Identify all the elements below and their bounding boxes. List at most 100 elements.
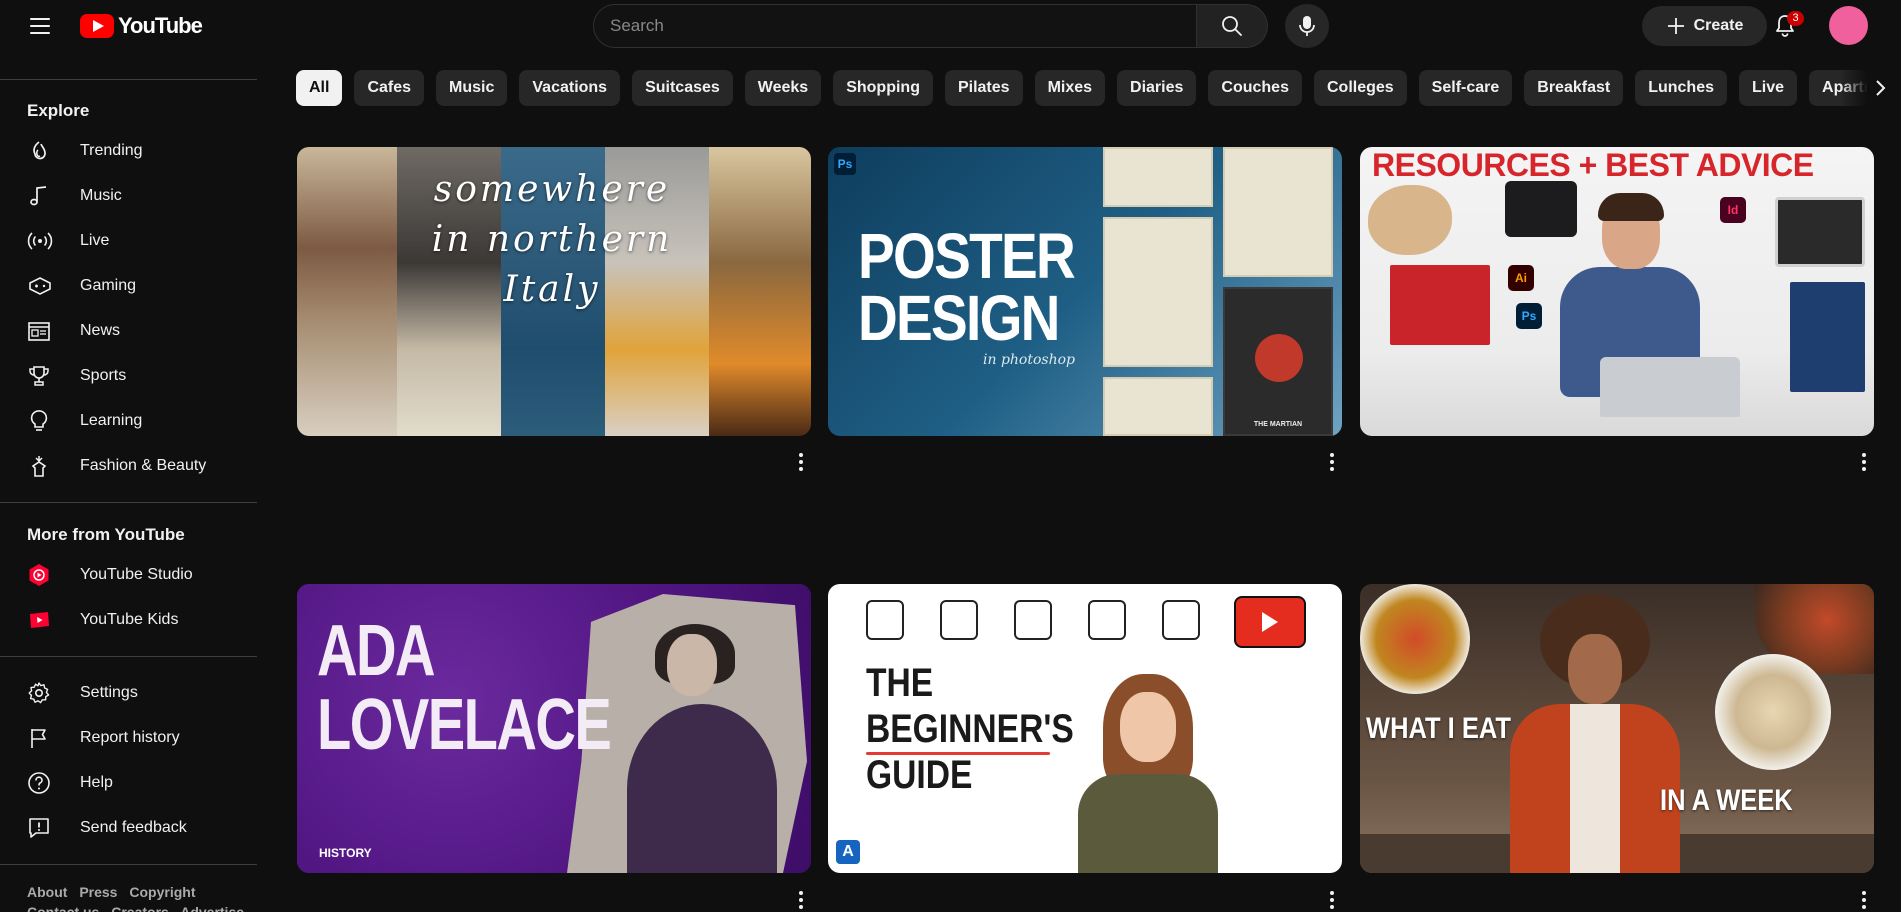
more-dot [1330,453,1334,457]
youtube-logo[interactable]: YouTube [80,13,203,39]
chip-vacations[interactable]: Vacations [519,70,621,106]
microphone-icon [1014,600,1052,640]
more-dot [1330,460,1334,464]
sidebar-item-fashion-beauty[interactable]: Fashion & Beauty [12,444,245,488]
sidebar-item-label: Settings [80,684,138,701]
chip-cafes[interactable]: Cafes [354,70,425,106]
sidebar-item-learning[interactable]: Learning [12,399,245,443]
sidebar-item-settings[interactable]: Settings [12,671,245,715]
footer-link-press[interactable]: Press [79,884,117,900]
chip-breakfast[interactable]: Breakfast [1524,70,1624,106]
thumbnail-title: POSTER DESIGN [858,220,1076,354]
video-more-button[interactable] [789,446,813,478]
thumbnail-text: somewhere in northern Italy [431,169,673,310]
notification-count-badge: 3 [1787,11,1804,26]
sidebar-item-youtube-kids[interactable]: YouTube Kids [12,598,245,642]
account-avatar[interactable] [1829,6,1868,45]
create-button[interactable]: Create [1642,6,1767,46]
poster-planet [1255,334,1303,382]
chip-lunches[interactable]: Lunches [1635,70,1727,106]
editing-icon [1088,600,1126,640]
book-image [1390,265,1490,345]
sidebar-item-label: Live [80,232,110,249]
notifications-button[interactable]: 3 [1763,6,1807,46]
music-icon [30,186,47,206]
more-dot [799,898,803,902]
chip-colleges[interactable]: Colleges [1313,70,1407,106]
chip-music[interactable]: Music [436,70,508,106]
video-thumbnail[interactable]: ADA LOVELACE HISTORY [297,584,811,873]
video-thumbnail[interactable]: somewhere in northern Italy [297,147,811,436]
chips-next-button[interactable] [1840,68,1901,108]
chip-pilates[interactable]: Pilates [944,70,1023,106]
footer-link-copyright[interactable]: Copyright [129,884,195,900]
sidebar-item-report-history[interactable]: Report history [12,716,245,760]
sidebar-item-send-feedback[interactable]: Send feedback [12,806,245,850]
menu-button[interactable] [24,12,56,40]
video-thumbnail[interactable]: RESOURCES + BEST ADVICE Id Ai Ps [1360,147,1874,436]
sidebar-item-youtube-studio[interactable]: YouTube Studio [12,553,245,597]
sidebar-item-label: Gaming [80,277,137,294]
sidebar-item-label: Send feedback [80,819,187,836]
create-label: Create [1693,17,1744,34]
search-input[interactable] [593,4,1197,48]
video-more-button[interactable] [1852,884,1876,912]
video-thumbnail[interactable]: Ps POSTER DESIGN in photoshop THE MARTIA… [828,147,1342,436]
more-dot [799,467,803,471]
chip-couches[interactable]: Couches [1208,70,1302,106]
chip-self-care[interactable]: Self-care [1418,70,1513,106]
top-bar: YouTube Create [0,0,1901,52]
chip-shopping[interactable]: Shopping [833,70,933,106]
more-dot [1330,467,1334,471]
sidebar-item-gaming[interactable]: Gaming [12,264,245,308]
live-icon [27,232,53,250]
video-more-button[interactable] [1320,446,1344,478]
play-button-icon [1234,596,1306,648]
chip-diaries[interactable]: Diaries [1117,70,1197,106]
chip-all[interactable]: All [296,70,343,106]
poster-image [1103,147,1213,207]
voice-search-button[interactable] [1285,4,1329,48]
footer-links: Contact us Creators Advertise [27,904,252,912]
feedback-icon [29,818,49,838]
youtube-app: YouTube Create [0,0,1901,912]
thumbnail-photo [709,147,811,436]
footer-link-contact[interactable]: Contact us [27,904,99,912]
search-button[interactable] [1197,4,1268,48]
footer-links: About Press Copyright [27,884,203,900]
video-thumbnail[interactable]: THE BEGINNER'S GUIDE A [828,584,1342,873]
gear-icon [28,682,50,704]
more-dot [799,905,803,909]
more-dot [799,891,803,895]
sidebar-item-live[interactable]: Live [12,219,245,263]
sidebar-item-trending[interactable]: Trending [12,129,245,173]
logo-text: YouTube [118,13,203,38]
more-dot [799,460,803,464]
sidebar-item-news[interactable]: News [12,309,245,353]
video-thumbnail[interactable]: WHAT I EAT IN A WEEK [1360,584,1874,873]
hamburger-line [30,25,50,27]
video-more-button[interactable] [789,884,813,912]
video-more-button[interactable] [1852,446,1876,478]
sidebar-item-help[interactable]: Help [12,761,245,805]
footer-link-creators[interactable]: Creators [111,904,169,912]
sidebar-item-music[interactable]: Music [12,174,245,218]
chip-weeks[interactable]: Weeks [744,70,822,106]
sidebar-item-label: Trending [80,142,143,159]
chip-live[interactable]: Live [1739,70,1798,106]
sidebar-item-label: Sports [80,367,127,384]
sidebar-divider [0,864,257,865]
chip-suitcases[interactable]: Suitcases [632,70,733,106]
sidebar-item-sports[interactable]: Sports [12,354,245,398]
chip-mixes[interactable]: Mixes [1034,70,1106,106]
video-more-button[interactable] [1320,884,1344,912]
portrait-image [627,624,777,873]
footer-link-advertise[interactable]: Advertise [180,904,244,912]
lightbulb-icon [30,410,48,431]
thumbnail-text: IN A WEEK [1660,784,1793,817]
youtube-kids-icon [30,612,49,628]
footer-link-about[interactable]: About [27,884,67,900]
poster-image [1223,147,1333,277]
thumbnail-title: ADA LOVELACE [317,611,612,765]
laptop-image [1600,357,1740,417]
